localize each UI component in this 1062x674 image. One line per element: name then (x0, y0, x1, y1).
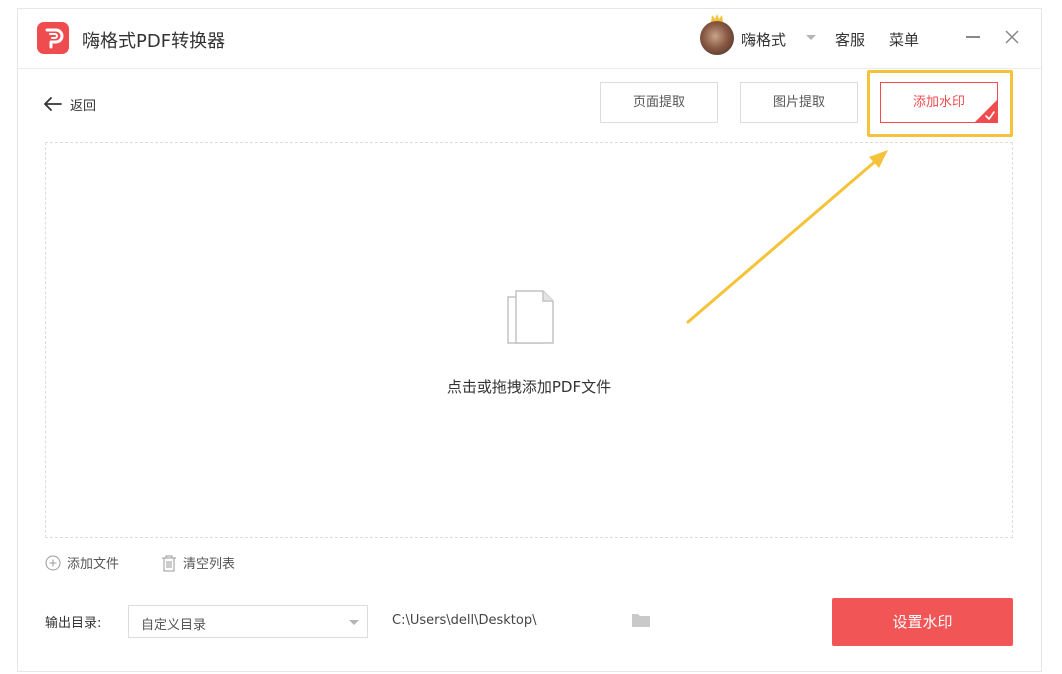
back-button[interactable]: 返回 (44, 93, 96, 115)
menu-link[interactable]: 菜单 (889, 29, 919, 50)
add-file-button[interactable]: 添加文件 (45, 553, 119, 572)
title-bar: 嗨格式PDF转换器 嗨格式 客服 菜单 (18, 9, 1041, 69)
customer-service-link[interactable]: 客服 (835, 29, 865, 50)
user-dropdown-icon[interactable] (806, 35, 816, 40)
clear-list-button[interactable]: 清空列表 (161, 553, 235, 572)
folder-icon[interactable] (632, 613, 650, 627)
app-window: 嗨格式PDF转换器 嗨格式 客服 菜单 返回 页面提取 图片提取 添加水印 点击… (17, 8, 1042, 672)
chevron-down-icon (349, 620, 359, 625)
username[interactable]: 嗨格式 (741, 29, 786, 50)
drop-hint: 点击或拖拽添加PDF文件 (446, 378, 612, 396)
output-dir-select[interactable]: 自定义目录 (128, 605, 368, 638)
file-drop-zone[interactable]: 点击或拖拽添加PDF文件 (45, 142, 1013, 538)
divider (18, 68, 1041, 69)
trash-icon (162, 555, 176, 571)
output-dir-value: 自定义目录 (141, 618, 207, 633)
tab-page-extract[interactable]: 页面提取 (600, 82, 718, 123)
clear-list-label: 清空列表 (183, 557, 236, 572)
highlight-box (867, 70, 1013, 137)
tab-image-extract[interactable]: 图片提取 (740, 82, 858, 123)
back-label: 返回 (70, 98, 97, 114)
output-dir-label: 输出目录: (45, 616, 102, 631)
avatar[interactable] (700, 21, 734, 55)
minimize-icon[interactable] (966, 36, 980, 38)
arrow-left-icon (44, 97, 62, 111)
app-title: 嗨格式PDF转换器 (82, 31, 226, 52)
output-path: C:\Users\dell\Desktop\ (392, 613, 537, 628)
close-icon[interactable] (1004, 29, 1020, 45)
app-logo-icon (37, 22, 69, 54)
document-icon (507, 290, 554, 344)
add-file-label: 添加文件 (67, 557, 120, 572)
set-watermark-button[interactable]: 设置水印 (832, 598, 1013, 646)
plus-circle-icon (45, 555, 61, 570)
